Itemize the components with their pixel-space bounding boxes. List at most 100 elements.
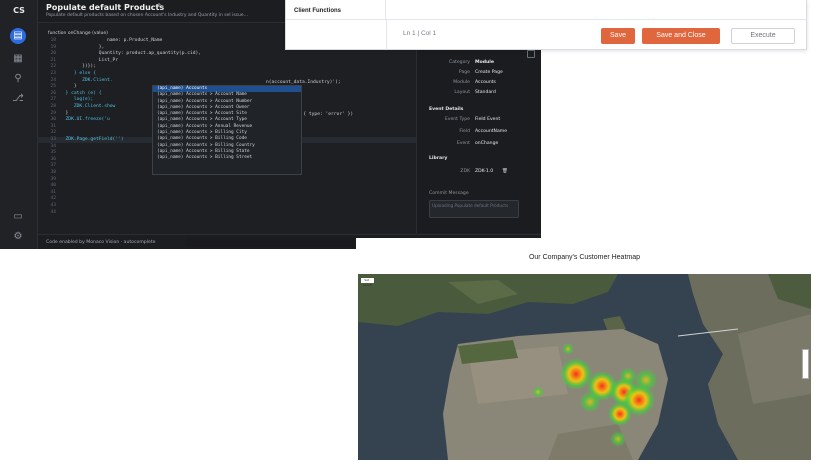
line-number: 33 bbox=[50, 137, 56, 142]
line-number: 21 bbox=[50, 57, 56, 63]
autocomplete-dropdown[interactable]: (api_name) Accounts (api_name) Accounts >… bbox=[152, 85, 302, 175]
line-text: ZDK.Client. bbox=[60, 77, 113, 83]
line-text: } else { bbox=[60, 71, 96, 76]
line-number: 31 bbox=[50, 123, 56, 129]
left-rail: CS ▤ ▦ ⚲ ⎇ ▭ ⚙ bbox=[0, 0, 38, 249]
save-and-close-button[interactable]: Save and Close bbox=[642, 28, 720, 44]
code-line: 20 Quantity: product.ap_quantity(p.cid), bbox=[38, 51, 416, 57]
code-line: 40 bbox=[38, 183, 416, 189]
code-line: 41 bbox=[38, 190, 416, 196]
line-number: 19 bbox=[50, 44, 56, 50]
code-line: 44 bbox=[38, 210, 416, 216]
line-number: 44 bbox=[50, 209, 56, 215]
prop-value: Accounts bbox=[475, 80, 496, 85]
autocomplete-item[interactable]: (api_name) Accounts > Billing Street bbox=[153, 155, 301, 161]
edit-pencil-icon[interactable]: ✎ bbox=[157, 2, 164, 11]
prop-value: onChange bbox=[475, 141, 499, 146]
prop-value: Module bbox=[475, 60, 494, 65]
execute-button[interactable]: Execute bbox=[731, 28, 795, 44]
line-text: }, bbox=[60, 44, 105, 50]
line-number: 35 bbox=[50, 150, 56, 156]
line-number: 28 bbox=[50, 104, 56, 109]
prop-key: Event Type bbox=[444, 117, 470, 122]
line-number: 30 bbox=[50, 117, 56, 123]
heatmap-window: Our Company's Customer Heatmap Sat · Lab… bbox=[356, 238, 813, 468]
script-description: Populate default products based on chose… bbox=[46, 13, 248, 18]
line-number: 38 bbox=[50, 170, 56, 175]
line-text: ZDK.UI.freeze('u bbox=[60, 117, 110, 123]
line-text: ZDK.Client.show bbox=[60, 104, 116, 109]
line-text: } catch (e) { bbox=[60, 90, 102, 96]
prop-value: Field Event bbox=[475, 117, 501, 122]
code-line: 43 bbox=[38, 203, 416, 209]
prop-key: Field bbox=[459, 129, 470, 134]
line-number: 23 bbox=[50, 71, 56, 76]
status-left: Code enabled by Monaco Vision · autocomp… bbox=[46, 240, 156, 245]
line-text: Quantity: product.ap_quantity(p.cid), bbox=[60, 51, 202, 57]
line-number: 37 bbox=[50, 163, 56, 169]
header-strip bbox=[386, 0, 806, 20]
commit-message-input[interactable]: Uploading Populate default Products bbox=[429, 200, 519, 218]
prop-value: Create Page bbox=[475, 70, 503, 75]
line-number: 39 bbox=[50, 176, 56, 182]
line-number: 43 bbox=[50, 203, 56, 208]
map-graphic bbox=[358, 274, 811, 460]
panel-toggle-icon[interactable] bbox=[527, 50, 535, 58]
map-type-toggle[interactable]: Sat · Labels bbox=[361, 278, 374, 287]
line-number: 36 bbox=[50, 156, 56, 162]
line-number: 27 bbox=[50, 97, 56, 103]
code-line: 39 bbox=[38, 177, 416, 183]
code-line: 23 } else { bbox=[38, 71, 416, 77]
line-number: 24 bbox=[50, 77, 56, 83]
trash-icon[interactable]: 🗑 bbox=[502, 169, 508, 174]
line-text: })}); bbox=[60, 64, 96, 70]
line-col-indicator: Ln 1 | Col 1 bbox=[403, 30, 437, 37]
line-number: 25 bbox=[50, 84, 56, 90]
line-text: log(e); bbox=[60, 97, 94, 103]
line-number: 26 bbox=[50, 90, 56, 96]
code-line: 21 List_Pr bbox=[38, 58, 416, 64]
editor-icon[interactable]: ▤ bbox=[10, 28, 26, 44]
event-details-heading: Event Details bbox=[429, 107, 464, 112]
line-number: 42 bbox=[50, 196, 56, 202]
code-line: 22 })}); bbox=[38, 64, 416, 70]
code-line: 24 ZDK.Client. bbox=[38, 78, 416, 84]
prop-key: Category bbox=[449, 60, 470, 65]
client-functions-panel: Client Functions Ln 1 | Col 1 Save Save … bbox=[285, 0, 807, 50]
function-signature: function onChange (value) bbox=[48, 31, 108, 36]
app-logo: CS bbox=[13, 6, 25, 15]
commit-label: Commit Message bbox=[429, 191, 469, 196]
line-number: 40 bbox=[50, 183, 56, 189]
settings-icon[interactable]: ⚙ bbox=[9, 230, 27, 244]
satellite-map[interactable]: Sat · Labels bbox=[358, 274, 811, 460]
library-heading: Library bbox=[429, 156, 448, 161]
client-functions-label[interactable]: Client Functions bbox=[286, 0, 386, 20]
zoom-slider[interactable] bbox=[802, 349, 809, 379]
prop-key: Page bbox=[458, 70, 470, 75]
line-text: } bbox=[60, 110, 69, 116]
search-icon[interactable]: ⚲ bbox=[9, 72, 27, 86]
prop-key: Module bbox=[453, 80, 470, 85]
line-text: name: p.Product_Name bbox=[60, 38, 163, 43]
line-number: 18 bbox=[50, 38, 56, 43]
heatmap-title: Our Company's Customer Heatmap bbox=[528, 254, 641, 261]
terminal-icon[interactable]: ▭ bbox=[9, 210, 27, 224]
save-button[interactable]: Save bbox=[601, 28, 635, 44]
git-icon[interactable]: ⎇ bbox=[9, 92, 27, 106]
prop-value: AccountName bbox=[475, 129, 508, 134]
line-text: ZDK.Page.getField('') bbox=[60, 137, 124, 142]
line-number: 41 bbox=[50, 189, 56, 195]
prop-key: Layout bbox=[454, 90, 470, 95]
code-area[interactable]: function onChange (value) 18 name: p.Pro… bbox=[38, 28, 416, 228]
line-number: 34 bbox=[50, 143, 56, 149]
prop-value: Standard bbox=[475, 90, 496, 95]
script-title: Populate default Products bbox=[46, 3, 165, 12]
line-number: 29 bbox=[50, 110, 56, 116]
line-number: 22 bbox=[50, 64, 56, 70]
line-number: 20 bbox=[50, 51, 56, 57]
line-text: } bbox=[60, 84, 77, 90]
prop-key: Event bbox=[456, 141, 470, 146]
line-number: 32 bbox=[50, 130, 56, 136]
files-icon[interactable]: ▦ bbox=[9, 52, 27, 66]
prop-key: ZDK bbox=[460, 169, 470, 174]
